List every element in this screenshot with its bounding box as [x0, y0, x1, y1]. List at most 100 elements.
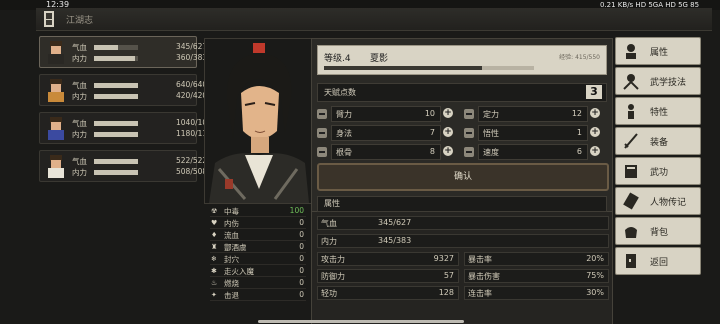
- gesture-handle[interactable]: [258, 320, 464, 323]
- attr-hp-value: 345/627: [378, 218, 412, 227]
- status-effect-icon: ♦: [211, 231, 218, 239]
- menu-button-5[interactable]: 武功: [615, 157, 701, 185]
- stat-value: 8: [429, 147, 435, 156]
- character-level: 等级.4: [324, 54, 351, 64]
- stat-field: 根骨 8: [331, 144, 441, 160]
- menu-button-7[interactable]: 背包: [615, 217, 701, 245]
- confirm-button[interactable]: 确认: [317, 163, 609, 191]
- stat-name: 速度: [483, 148, 499, 157]
- party-hp-label: 气血: [72, 43, 87, 52]
- stat-value: 6: [576, 147, 582, 156]
- attr-value: 30%: [586, 288, 604, 297]
- status-effect-value: 0: [299, 230, 304, 239]
- attr-mp-value: 345/383: [378, 236, 412, 245]
- party-hp-bar: [94, 121, 138, 126]
- menu-label: 武功: [650, 168, 669, 178]
- status-effect-icon: ❄: [211, 255, 217, 263]
- page-title: 江湖志: [66, 16, 94, 26]
- menu-button-6[interactable]: 人物传记: [615, 187, 701, 215]
- trait-icon: [628, 104, 634, 119]
- party-hp-label: 气血: [72, 119, 87, 128]
- menu-label: 武学技法: [650, 78, 687, 88]
- stat-value: 1: [576, 128, 582, 137]
- stat-name: 悟性: [483, 129, 499, 138]
- party-avatar-icon: [48, 155, 64, 178]
- attr-left-row: 攻击力 9327: [317, 252, 459, 266]
- book-icon: [625, 165, 637, 178]
- menu-button-8[interactable]: 返回: [615, 247, 701, 275]
- menu-button-3[interactable]: 特性: [615, 97, 701, 125]
- menu-label: 特性: [650, 108, 669, 118]
- party-member-2[interactable]: 气血 640/640 内力 420/420: [39, 74, 207, 106]
- status-effect-row: ♦ 流血 0: [210, 230, 306, 241]
- character-icon: [44, 11, 54, 27]
- party-mp-label: 内力: [72, 92, 87, 101]
- stat-decrease-button[interactable]: [317, 128, 327, 138]
- stat-field: 悟性 1: [478, 125, 588, 141]
- status-effect-row: ✱ 走火入魔 0: [210, 266, 306, 277]
- attr-right-row: 暴击伤害 75%: [464, 269, 609, 283]
- attr-right-row: 连击率 30%: [464, 286, 609, 300]
- character-header: 等级.4 夏影 经验: 415/550: [317, 45, 607, 75]
- attr-left-row: 防御力 57: [317, 269, 459, 283]
- party-mp-bar: [94, 56, 138, 61]
- talent-points-label: 天赋点数: [324, 88, 356, 97]
- status-effect-value: 0: [299, 290, 304, 299]
- status-effect-value: 0: [299, 266, 304, 275]
- status-effect-value: 0: [299, 242, 304, 251]
- party-avatar-icon: [48, 79, 64, 102]
- stat-decrease-button[interactable]: [464, 147, 474, 157]
- stat-increase-button[interactable]: +: [443, 146, 453, 156]
- attr-name: 攻击力: [321, 255, 345, 264]
- status-effect-row: ☢ 中毒 100: [210, 206, 306, 217]
- status-effect-row: ♨ 燃烧 0: [210, 278, 306, 289]
- party-mp-bar: [94, 132, 138, 137]
- stat-decrease-button[interactable]: [317, 147, 327, 157]
- stat-increase-button[interactable]: +: [590, 146, 600, 156]
- stat-field: 身法 7: [331, 125, 441, 141]
- party-mp-label: 内力: [72, 130, 87, 139]
- party-hp-label: 气血: [72, 81, 87, 90]
- status-effect-name: 流血: [224, 231, 239, 240]
- attr-name: 防御力: [321, 272, 345, 281]
- attr-name: 暴击率: [468, 255, 492, 264]
- stat-decrease-button[interactable]: [317, 109, 327, 119]
- status-effect-icon: ✱: [211, 267, 217, 275]
- character-panel: 等级.4 夏影 经验: 415/550 天赋点数 3 臂力 10 + 定力 12…: [311, 38, 613, 212]
- attr-mp-label: 内力: [321, 237, 337, 246]
- attr-mp-row: 内力 345/383: [317, 234, 609, 248]
- status-effect-name: 燃烧: [224, 279, 239, 288]
- stat-increase-button[interactable]: +: [443, 108, 453, 118]
- person-icon: [626, 44, 636, 59]
- talent-points-row: 天赋点数 3: [317, 83, 607, 102]
- party-hp-bar: [94, 83, 138, 88]
- menu-label: 属性: [650, 48, 669, 58]
- character-portrait: [204, 38, 314, 204]
- stat-field: 臂力 10: [331, 106, 441, 122]
- stat-decrease-button[interactable]: [464, 109, 474, 119]
- party-member-1[interactable]: 气血 345/627 内力 360/383: [39, 36, 207, 68]
- attr-left-row: 轻功 128: [317, 286, 459, 300]
- party-member-4[interactable]: 气血 522/522 内力 508/508: [39, 150, 207, 182]
- attr-name: 暴击伤害: [468, 272, 500, 281]
- stat-increase-button[interactable]: +: [590, 108, 600, 118]
- status-effect-row: ♜ 酆酒虞 0: [210, 242, 306, 253]
- menu-button-1[interactable]: 属性: [615, 37, 701, 65]
- stat-field: 定力 12: [478, 106, 588, 122]
- status-effect-icon: ☢: [211, 207, 218, 215]
- attr-value: 9327: [433, 254, 454, 263]
- party-avatar-icon: [48, 41, 64, 64]
- party-member-3[interactable]: 气血 1040/1040 内力 1180/1180: [39, 112, 217, 144]
- attributes-header: 属性: [317, 196, 607, 212]
- menu-label: 装备: [650, 138, 669, 148]
- stat-increase-button[interactable]: +: [443, 127, 453, 137]
- attr-hp-label: 气血: [321, 219, 337, 228]
- menu-button-4[interactable]: 装备: [615, 127, 701, 155]
- stat-increase-button[interactable]: +: [590, 127, 600, 137]
- stat-decrease-button[interactable]: [464, 128, 474, 138]
- menu-button-2[interactable]: 武学技法: [615, 67, 701, 95]
- party-mp-bar: [94, 94, 138, 99]
- menu-label: 返回: [650, 258, 669, 268]
- attr-hp-row: 气血 345/627: [317, 216, 609, 230]
- status-effect-icon: ✦: [211, 291, 217, 299]
